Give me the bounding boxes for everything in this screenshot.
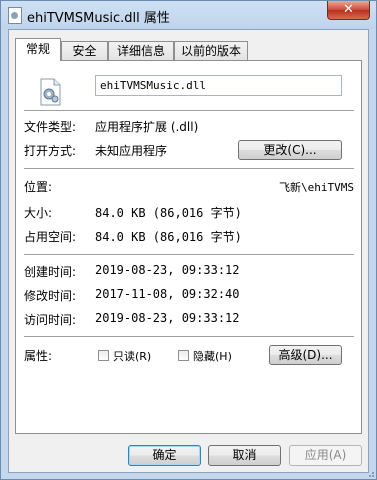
- properties-dialog: ehiTVMSMusic.dll 属性 ✕ 常规 安全 详细信息 以前的版本 e…: [0, 0, 377, 480]
- modified-value: 2017-11-08, 09:32:40: [95, 287, 240, 301]
- file-name-field[interactable]: ehiTVMSMusic.dll: [95, 75, 342, 96]
- size-on-disk-value: 84.0 KB (86,016 字节): [95, 230, 242, 244]
- advanced-button[interactable]: 高级(D)...: [269, 345, 342, 365]
- open-with-label: 打开方式:: [24, 144, 77, 158]
- tab-general[interactable]: 常规: [15, 38, 61, 61]
- attributes-label: 属性:: [24, 349, 53, 363]
- file-type-value: 应用程序扩展 (.dll): [95, 120, 199, 134]
- dialog-client: 常规 安全 详细信息 以前的版本 ehiTVMSMusic.dll 文件类型: …: [8, 29, 369, 473]
- separator: [24, 336, 354, 337]
- separator: [24, 254, 354, 255]
- size-label: 大小:: [24, 206, 53, 220]
- title-bar[interactable]: ehiTVMSMusic.dll 属性 ✕: [1, 1, 376, 29]
- modified-label: 修改时间:: [24, 289, 77, 303]
- accessed-label: 访问时间:: [24, 313, 77, 327]
- general-tab-panel: ehiTVMSMusic.dll 文件类型: 应用程序扩展 (.dll) 打开方…: [15, 60, 362, 434]
- dll-file-icon: [40, 78, 61, 106]
- resize-grip-icon[interactable]: [365, 468, 375, 478]
- separator: [24, 110, 354, 111]
- separator: [24, 168, 354, 169]
- tab-security[interactable]: 安全: [61, 41, 108, 60]
- cancel-button[interactable]: 取消: [208, 445, 281, 466]
- created-value: 2019-08-23, 09:33:12: [95, 263, 240, 277]
- ok-button[interactable]: 确定: [128, 445, 201, 466]
- open-with-value: 未知应用程序: [95, 144, 168, 158]
- readonly-label[interactable]: 只读(R): [113, 348, 151, 364]
- location-label: 位置:: [24, 180, 53, 194]
- accessed-value: 2019-08-23, 09:33:12: [95, 311, 240, 325]
- file-type-label: 文件类型:: [24, 120, 77, 134]
- tab-previous-versions[interactable]: 以前的版本: [174, 41, 248, 60]
- hidden-label[interactable]: 隐藏(H): [193, 348, 232, 364]
- close-button[interactable]: ✕: [327, 1, 370, 20]
- size-on-disk-label: 占用空间:: [24, 230, 77, 244]
- window-title: ehiTVMSMusic.dll 属性: [27, 11, 170, 26]
- readonly-checkbox[interactable]: [98, 350, 109, 361]
- dll-file-icon: [8, 7, 22, 24]
- tab-details[interactable]: 详细信息: [108, 41, 174, 60]
- created-label: 创建时间:: [24, 265, 77, 279]
- apply-button[interactable]: 应用(A): [289, 445, 362, 466]
- change-button[interactable]: 更改(C)...: [238, 140, 342, 160]
- size-value: 84.0 KB (86,016 字节): [95, 206, 242, 220]
- hidden-checkbox[interactable]: [178, 350, 189, 361]
- location-value: 飞新\ehiTVMS: [279, 181, 354, 194]
